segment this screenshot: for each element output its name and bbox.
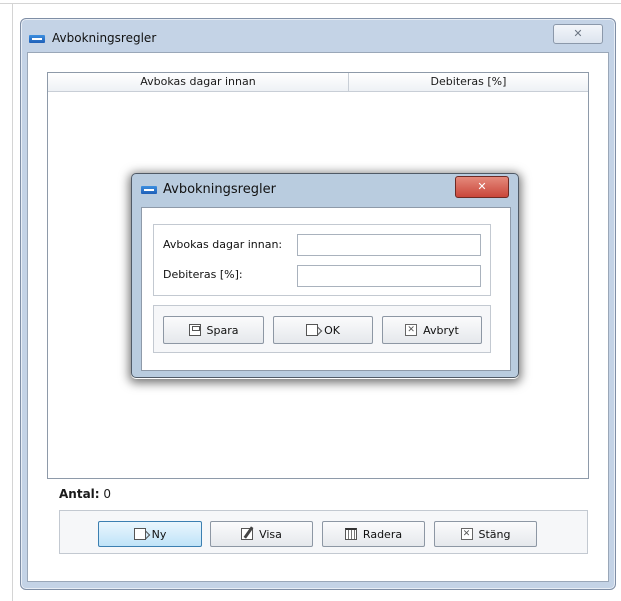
view-button-label: Visa — [259, 527, 282, 541]
charge-percent-label: Debiteras [%]: — [163, 268, 243, 281]
close-x-icon — [460, 528, 473, 540]
save-icon — [188, 324, 201, 336]
page-divider-left — [12, 3, 13, 601]
new-document-icon — [133, 528, 146, 540]
close-button-label: Stäng — [478, 527, 511, 541]
column-header-charge[interactable]: Debiteras [%] — [349, 73, 588, 91]
dialog-close-button[interactable]: ✕ — [455, 176, 509, 198]
new-button-label: Ny — [151, 527, 167, 541]
cancel-button-label: Avbryt — [423, 323, 459, 337]
ok-arrow-icon — [306, 324, 319, 336]
new-button[interactable]: Ny — [98, 521, 202, 547]
record-count: Antal: 0 — [59, 487, 111, 501]
save-button[interactable]: Spara — [163, 316, 264, 344]
table-header: Avbokas dagar innan Debiteras [%] — [48, 73, 588, 92]
dialog-app-logo-icon — [141, 186, 157, 194]
delete-button[interactable]: Radera — [322, 521, 425, 547]
days-before-label: Avbokas dagar innan: — [163, 238, 283, 251]
trash-icon — [344, 528, 357, 540]
view-icon — [241, 528, 254, 540]
days-before-input[interactable] — [297, 234, 481, 256]
ok-button[interactable]: OK — [273, 316, 373, 344]
column-header-days[interactable]: Avbokas dagar innan — [48, 73, 348, 91]
dialog-title: Avbokningsregler — [163, 182, 276, 197]
delete-button-label: Radera — [362, 527, 403, 541]
window-title: Avbokningsregler — [52, 31, 157, 45]
record-count-value: 0 — [103, 487, 112, 501]
page-divider-top — [0, 3, 621, 4]
record-count-label: Antal: — [59, 487, 100, 501]
cancel-button[interactable]: Avbryt — [382, 316, 482, 344]
window-close-button[interactable]: ✕ — [553, 24, 603, 44]
app-logo-icon — [29, 35, 45, 43]
ok-button-label: OK — [324, 323, 340, 337]
save-button-label: Spara — [206, 323, 239, 337]
view-button[interactable]: Visa — [210, 521, 313, 547]
charge-percent-input[interactable] — [297, 265, 481, 287]
cancel-x-icon — [405, 324, 418, 336]
close-button[interactable]: Stäng — [434, 521, 537, 547]
